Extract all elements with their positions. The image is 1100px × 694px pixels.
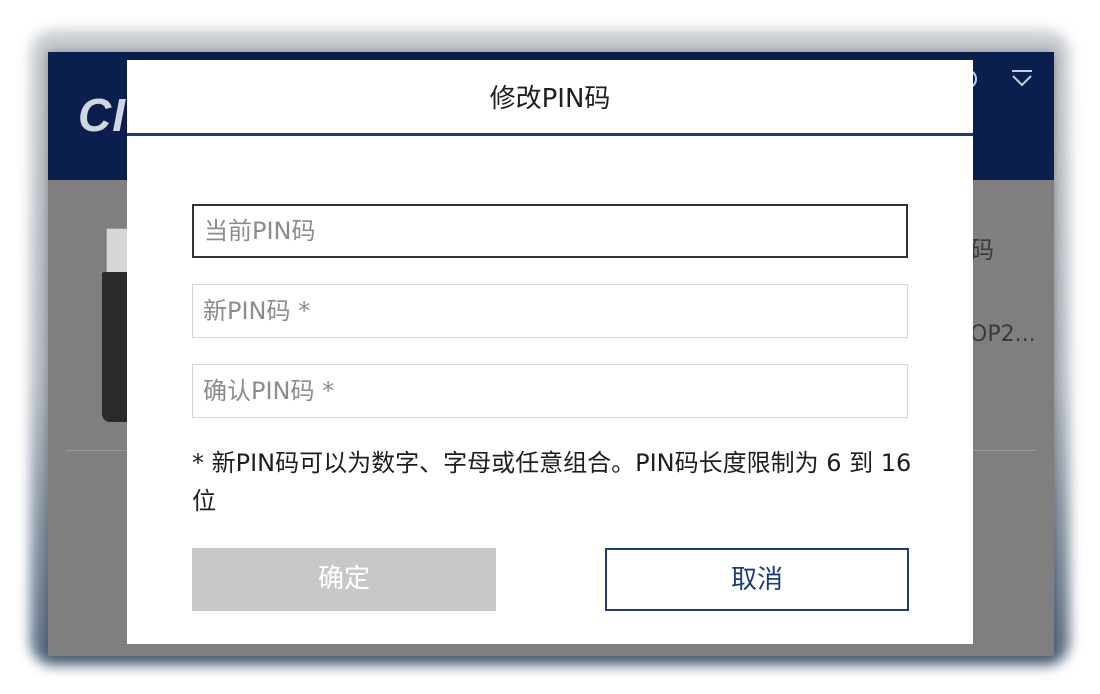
dialog-title: 修改PIN码	[127, 60, 973, 136]
dropdown-menu-icon[interactable]	[1010, 68, 1034, 93]
ok-button[interactable]: 确定	[192, 548, 496, 611]
device-label-partial: 码	[970, 236, 994, 264]
app-logo: CI	[78, 89, 126, 141]
change-pin-dialog: 修改PIN码 * 新PIN码可以为数字、字母或任意组合。PIN码长度限制为 6 …	[127, 60, 973, 644]
cancel-button[interactable]: 取消	[605, 548, 909, 611]
confirm-pin-input[interactable]	[192, 364, 908, 418]
usb-key-image	[100, 228, 130, 422]
new-pin-input[interactable]	[192, 284, 908, 338]
device-id-partial: OP2...	[970, 322, 1036, 347]
current-pin-input[interactable]	[192, 204, 908, 258]
usb-body	[102, 272, 128, 422]
pin-rule-hint: * 新PIN码可以为数字、字母或任意组合。PIN码长度限制为 6 到 16 位	[192, 449, 912, 515]
